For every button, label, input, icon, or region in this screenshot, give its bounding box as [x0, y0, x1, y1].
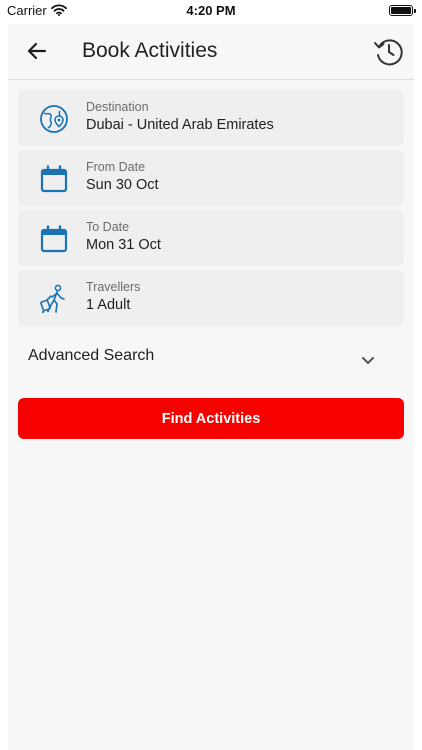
find-activities-button[interactable]: Find Activities	[18, 398, 404, 439]
from-date-value: Sun 30 Oct	[86, 177, 159, 193]
travellers-label: Travellers	[86, 280, 141, 294]
app-screen: Book Activities Destination Dubai - Unit…	[8, 24, 414, 750]
advanced-search-label: Advanced Search	[28, 347, 155, 364]
history-icon	[374, 39, 403, 66]
advanced-search-toggle[interactable]: Advanced Search	[18, 340, 404, 378]
travellers-field[interactable]: Travellers 1 Adult	[18, 270, 404, 326]
battery-icon	[389, 5, 416, 16]
destination-field[interactable]: Destination Dubai - United Arab Emirates	[18, 90, 404, 146]
chevron-down-icon	[360, 352, 376, 368]
calendar-icon	[38, 163, 70, 195]
to-date-value: Mon 31 Oct	[86, 237, 161, 253]
globe-pin-icon	[38, 103, 70, 135]
from-date-field[interactable]: From Date Sun 30 Oct	[18, 150, 404, 206]
status-bar: Carrier 4:20 PM	[0, 0, 422, 24]
to-date-label: To Date	[86, 220, 130, 234]
traveller-luggage-icon	[38, 283, 70, 315]
back-button[interactable]	[24, 38, 50, 64]
arrow-left-icon	[27, 42, 47, 60]
clock: 4:20 PM	[186, 3, 236, 18]
from-date-label: From Date	[86, 160, 146, 174]
app-header: Book Activities	[8, 24, 414, 80]
travellers-value: 1 Adult	[86, 297, 131, 313]
history-button[interactable]	[372, 35, 406, 69]
to-date-field[interactable]: To Date Mon 31 Oct	[18, 210, 404, 266]
page-title: Book Activities	[82, 39, 218, 62]
destination-label: Destination	[86, 100, 149, 114]
destination-value: Dubai - United Arab Emirates	[86, 117, 274, 133]
calendar-icon	[38, 223, 70, 255]
